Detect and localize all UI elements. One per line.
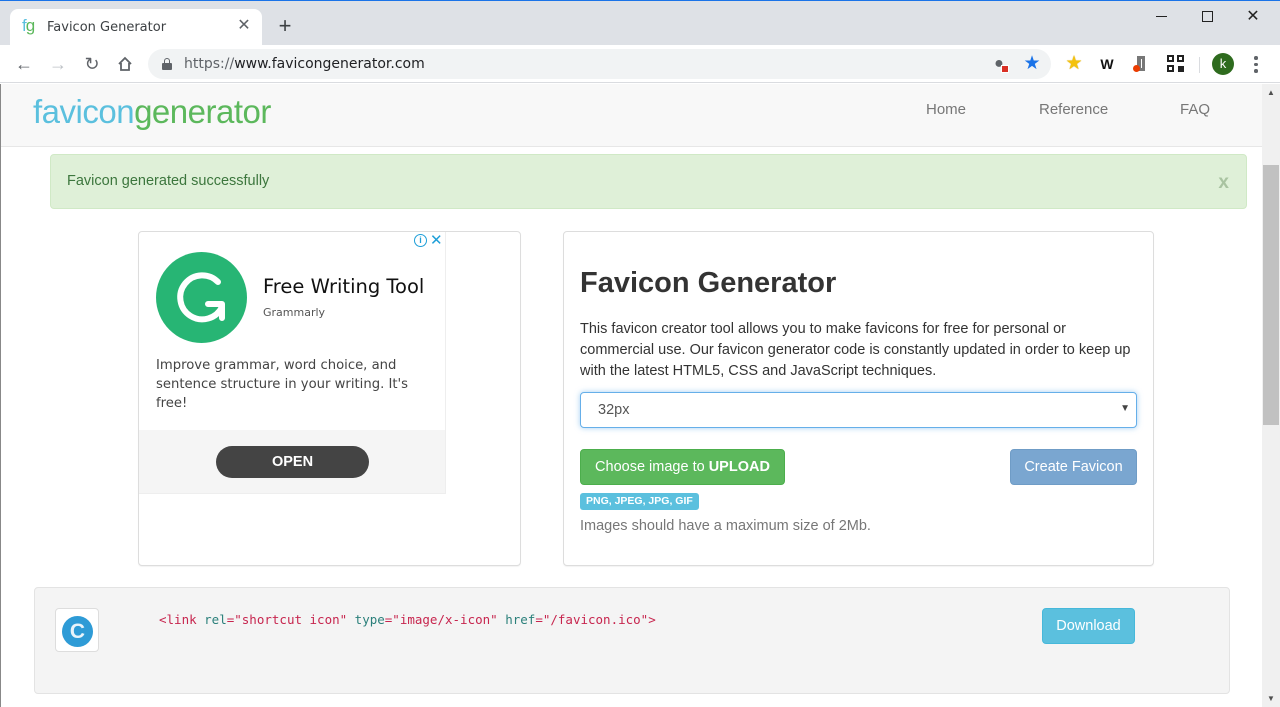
home-button[interactable] [113, 52, 137, 76]
arrow-right-icon: → [49, 54, 67, 74]
window-accent-line [0, 0, 1280, 1]
browser-titlebar: fg Favicon Generator ✕ + ✕ [0, 0, 1280, 45]
site-favicon-icon: fg [22, 16, 35, 35]
scroll-down-arrow-icon[interactable]: ▼ [1262, 690, 1280, 707]
maximize-button[interactable] [1184, 6, 1230, 28]
qr-code-icon[interactable] [1166, 54, 1186, 74]
generator-panel: Favicon Generator This favicon creator t… [563, 231, 1154, 566]
upload-button[interactable]: Choose image to UPLOAD [580, 449, 785, 485]
ad-info-icon[interactable]: i [414, 234, 427, 247]
result-card: C <link rel="shortcut icon" type="image/… [34, 587, 1230, 694]
site-logo[interactable]: favicongenerator [33, 93, 271, 131]
profile-avatar[interactable]: k [1212, 53, 1234, 75]
alert-message: Favicon generated successfully [67, 173, 270, 189]
nav-link-reference[interactable]: Reference [1039, 101, 1108, 118]
maximize-icon [1201, 11, 1213, 23]
url-text[interactable]: https://www.favicongenerator.com [184, 56, 425, 72]
home-icon [118, 56, 132, 71]
ad-open-button[interactable]: OPEN [216, 446, 369, 478]
link-tag-code[interactable]: <link rel="shortcut icon" type="image/x-… [159, 612, 656, 627]
create-favicon-button[interactable]: Create Favicon [1010, 449, 1137, 485]
caret-down-icon: ▼ [1120, 403, 1130, 414]
grammarly-ad[interactable]: i ✕ Free Writing Tool Grammarly Improve … [139, 232, 446, 494]
back-button[interactable]: ← [12, 52, 36, 76]
page-viewport: favicongenerator Home Reference FAQ Favi… [0, 84, 1262, 707]
formats-badge: PNG, JPEG, JPG, GIF [580, 493, 699, 510]
size-select-value: 32px [598, 402, 630, 418]
nav-link-faq[interactable]: FAQ [1180, 101, 1210, 118]
size-select[interactable]: 32px ▼ [580, 392, 1137, 428]
generator-description: This favicon creator tool allows you to … [580, 321, 1131, 379]
browser-toolbar: ← → ↻ https://www.favicongenerator.com ●… [0, 45, 1280, 83]
alert-close-button[interactable]: x [1218, 172, 1229, 194]
w-extension-icon[interactable]: W [1097, 54, 1117, 74]
favicon-preview: C [55, 608, 99, 652]
browser-menu-icon[interactable] [1248, 53, 1264, 75]
ad-footer: OPEN [139, 430, 445, 493]
tab-close-icon[interactable]: ✕ [234, 16, 254, 36]
ad-panel: i ✕ Free Writing Tool Grammarly Improve … [138, 231, 521, 566]
success-alert: Favicon generated successfully x [50, 154, 1247, 209]
browser-tab[interactable]: fg Favicon Generator ✕ [10, 9, 262, 45]
nav-link-home[interactable]: Home [926, 101, 966, 118]
reload-icon: ↻ [84, 54, 100, 74]
tab-title: Favicon Generator [47, 20, 167, 35]
scroll-up-arrow-icon[interactable]: ▲ [1262, 84, 1280, 101]
arrow-left-icon: ← [15, 54, 33, 74]
lock-icon[interactable] [162, 58, 172, 70]
ad-body: Improve grammar, word choice, and senten… [156, 358, 409, 411]
download-button[interactable]: Download [1042, 608, 1135, 644]
site-navbar: favicongenerator Home Reference FAQ [1, 84, 1262, 147]
forward-button[interactable]: → [46, 52, 70, 76]
cookie-blocked-icon[interactable]: ● [990, 55, 1009, 73]
ad-title: Free Writing Tool [263, 275, 425, 298]
size-note: Images should have a maximum size of 2Mb… [580, 518, 871, 534]
close-icon: ✕ [1246, 8, 1260, 25]
favorites-star-icon[interactable]: ★ [1064, 54, 1084, 74]
reload-button[interactable]: ↻ [80, 52, 104, 76]
grammarly-logo-icon [156, 252, 247, 343]
minimize-icon [1155, 16, 1167, 18]
bookmark-star-icon[interactable]: ★ [1023, 54, 1041, 73]
ad-close-icon[interactable]: ✕ [430, 231, 443, 249]
new-tab-button[interactable]: + [274, 15, 296, 37]
address-bar[interactable]: https://www.favicongenerator.com ● ★ [148, 49, 1051, 79]
toolbar-separator [1199, 57, 1200, 73]
page-title: Favicon Generator [580, 267, 837, 299]
scroll-thumb[interactable] [1263, 165, 1279, 425]
close-window-button[interactable]: ✕ [1230, 6, 1276, 28]
office-icon[interactable] [1130, 54, 1150, 74]
page-scrollbar[interactable]: ▲ ▼ [1262, 84, 1280, 707]
favicon-c-icon: C [62, 616, 93, 647]
minimize-button[interactable] [1138, 6, 1184, 28]
ad-advertiser: Grammarly [263, 306, 326, 319]
